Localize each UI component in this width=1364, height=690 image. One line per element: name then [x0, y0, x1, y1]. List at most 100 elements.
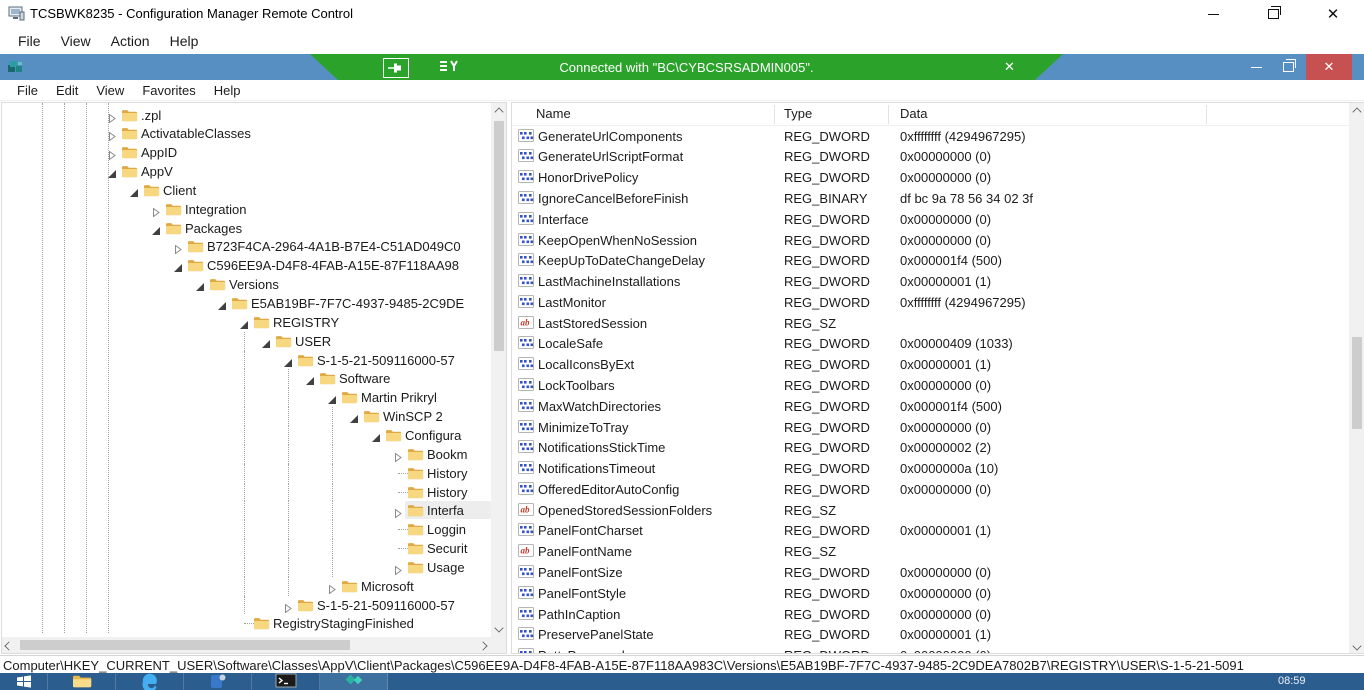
tree-item-s-1-5-21-509116000-57[interactable]: S-1-5-21-509116000-57: [2, 351, 491, 370]
toolbar-list-icon[interactable]: [440, 58, 462, 77]
tree-collapse-arrow-icon[interactable]: [328, 393, 337, 408]
inner-restore-button[interactable]: [1272, 54, 1304, 80]
tree-item-c596ee9a-d4f8-4fab-a15e-87f118aa98[interactable]: C596EE9A-D4F8-4FAB-A15E-87F118AA98: [2, 256, 491, 275]
value-row-lastmonitor[interactable]: LastMonitorREG_DWORD0xffffffff (42949672…: [512, 292, 1349, 313]
tree-item-registrystagingfinished[interactable]: RegistryStagingFinished: [2, 614, 491, 633]
outer-menu-action[interactable]: Action: [101, 33, 160, 49]
tree-scroll-left-button[interactable]: [2, 639, 16, 652]
value-row-locktoolbars[interactable]: LockToolbarsREG_DWORD0x00000000 (0): [512, 375, 1349, 396]
column-divider[interactable]: [774, 105, 775, 124]
value-row-preservepanelstate[interactable]: PreservePanelStateREG_DWORD0x00000001 (1…: [512, 624, 1349, 645]
tree-scroll-down-button[interactable]: [491, 621, 507, 635]
tree-collapse-arrow-icon[interactable]: [262, 337, 271, 352]
tree-scroll-right-button[interactable]: [476, 639, 490, 652]
tree-item-interfa[interactable]: Interfa: [2, 501, 491, 520]
tree-item-client[interactable]: Client: [2, 181, 491, 200]
tree-item-registry[interactable]: REGISTRY: [2, 313, 491, 332]
tree-vertical-scroll-thumb[interactable]: [494, 121, 504, 351]
tree-collapse-arrow-icon[interactable]: [152, 224, 161, 239]
outer-menu-file[interactable]: File: [8, 33, 51, 49]
value-row-panelfontname[interactable]: abPanelFontNameREG_SZ: [512, 541, 1349, 562]
outer-menu-view[interactable]: View: [51, 33, 101, 49]
value-row-minimizetotray[interactable]: MinimizeToTrayREG_DWORD0x00000000 (0): [512, 417, 1349, 438]
value-row-offerededitorautoconfig[interactable]: OfferedEditorAutoConfigREG_DWORD0x000000…: [512, 479, 1349, 500]
inner-menu-view[interactable]: View: [87, 83, 133, 98]
tree-item-appv[interactable]: AppV: [2, 162, 491, 181]
outer-menu-help[interactable]: Help: [160, 33, 209, 49]
inner-close-button[interactable]: ✕: [1306, 54, 1352, 80]
value-row-pathincaption[interactable]: PathInCaptionREG_DWORD0x00000000 (0): [512, 604, 1349, 625]
tree-collapse-arrow-icon[interactable]: [218, 299, 227, 314]
inner-menu-favorites[interactable]: Favorites: [133, 83, 204, 98]
tree-expand-arrow-icon[interactable]: [394, 506, 403, 521]
tree-item-loggin[interactable]: Loggin: [2, 520, 491, 539]
tree-collapse-arrow-icon[interactable]: [372, 431, 381, 446]
taskbar-file-explorer[interactable]: [48, 673, 116, 690]
tree-item-activatableclasses[interactable]: ActivatableClasses: [2, 124, 491, 143]
tree-collapse-arrow-icon[interactable]: [196, 280, 205, 295]
tree-collapse-arrow-icon[interactable]: [108, 167, 117, 182]
tree-collapse-arrow-icon[interactable]: [284, 356, 293, 371]
tree-item-integration[interactable]: Integration: [2, 200, 491, 219]
tree-expand-arrow-icon[interactable]: [284, 601, 293, 616]
value-row-localiconsbyext[interactable]: LocalIconsByExtREG_DWORD0x00000001 (1): [512, 354, 1349, 375]
value-row-generateurlcomponents[interactable]: GenerateUrlComponentsREG_DWORD0xffffffff…: [512, 126, 1349, 147]
tree-item-securit[interactable]: Securit: [2, 539, 491, 558]
value-row-notificationstimeout[interactable]: NotificationsTimeoutREG_DWORD0x0000000a …: [512, 458, 1349, 479]
value-row-openedstoredsessionfolders[interactable]: abOpenedStoredSessionFoldersREG_SZ: [512, 500, 1349, 521]
value-row-notificationssticktime[interactable]: NotificationsStickTimeREG_DWORD0x0000000…: [512, 437, 1349, 458]
column-divider[interactable]: [888, 105, 889, 124]
inner-menu-help[interactable]: Help: [205, 83, 250, 98]
tree-collapse-arrow-icon[interactable]: [174, 261, 183, 276]
inner-menu-edit[interactable]: Edit: [47, 83, 87, 98]
tree-expand-arrow-icon[interactable]: [174, 242, 183, 257]
tree-expand-arrow-icon[interactable]: [108, 148, 117, 163]
list-vertical-scroll-thumb[interactable]: [1352, 337, 1362, 429]
value-row-interface[interactable]: InterfaceREG_DWORD0x00000000 (0): [512, 209, 1349, 230]
tree-expand-arrow-icon[interactable]: [108, 129, 117, 144]
column-divider[interactable]: [1206, 105, 1207, 124]
tree-item--zpl[interactable]: .zpl: [2, 106, 491, 125]
tree-expand-arrow-icon[interactable]: [394, 450, 403, 465]
outer-restore-button[interactable]: [1256, 0, 1290, 28]
inner-menu-file[interactable]: File: [8, 83, 47, 98]
tree-collapse-arrow-icon[interactable]: [240, 318, 249, 333]
tree-item-configura[interactable]: Configura: [2, 426, 491, 445]
value-row-puttypassword[interactable]: PuttyPasswordREG_DWORD0x00000000 (0): [512, 645, 1349, 654]
value-row-honordrivepolicy[interactable]: HonorDrivePolicyREG_DWORD0x00000000 (0): [512, 167, 1349, 188]
value-row-panelfontstyle[interactable]: PanelFontStyleREG_DWORD0x00000000 (0): [512, 583, 1349, 604]
tree-expand-arrow-icon[interactable]: [394, 563, 403, 578]
tree-item-bookm[interactable]: Bookm: [2, 445, 491, 464]
tree-item-martin-prikryl[interactable]: Martin Prikryl: [2, 388, 491, 407]
value-row-panelfontcharset[interactable]: PanelFontCharsetREG_DWORD0x00000001 (1): [512, 520, 1349, 541]
tree-item-e5ab19bf-7f7c-4937-9485-2c9de[interactable]: E5AB19BF-7F7C-4937-9485-2C9DE: [2, 294, 491, 313]
value-row-keepuptodatechangedelay[interactable]: KeepUpToDateChangeDelayREG_DWORD0x000001…: [512, 250, 1349, 271]
tree-item-software[interactable]: Software: [2, 369, 491, 388]
tree-item-b723f4ca-2964-4a1b-b7e4-c51ad049c0[interactable]: B723F4CA-2964-4A1B-B7E4-C51AD049C0: [2, 237, 491, 256]
tree-expand-arrow-icon[interactable]: [108, 111, 117, 126]
tree-expand-arrow-icon[interactable]: [328, 582, 337, 597]
outer-minimize-button[interactable]: [1196, 0, 1230, 28]
taskbar-edge[interactable]: [116, 673, 184, 690]
tree-horizontal-scroll-thumb[interactable]: [20, 640, 350, 650]
start-button[interactable]: [0, 673, 48, 690]
tree-item-versions[interactable]: Versions: [2, 275, 491, 294]
value-row-generateurlscriptformat[interactable]: GenerateUrlScriptFormatREG_DWORD0x000000…: [512, 146, 1349, 167]
tree-item-user[interactable]: USER: [2, 332, 491, 351]
tree-item-usage[interactable]: Usage: [2, 558, 491, 577]
value-row-lastmachineinstallations[interactable]: LastMachineInstallationsREG_DWORD0x00000…: [512, 271, 1349, 292]
tree-item-appid[interactable]: AppID: [2, 143, 491, 162]
value-row-maxwatchdirectories[interactable]: MaxWatchDirectoriesREG_DWORD0x000001f4 (…: [512, 396, 1349, 417]
value-row-laststoredsession[interactable]: abLastStoredSessionREG_SZ: [512, 313, 1349, 334]
tree-collapse-arrow-icon[interactable]: [350, 412, 359, 427]
tree-item-s-1-5-21-509116000-57[interactable]: S-1-5-21-509116000-57: [2, 596, 491, 615]
list-scroll-down-button[interactable]: [1349, 639, 1364, 653]
tree-collapse-arrow-icon[interactable]: [130, 186, 139, 201]
pin-icon[interactable]: [383, 58, 409, 78]
list-scroll-up-button[interactable]: [1349, 105, 1364, 119]
taskbar-command-prompt[interactable]: [252, 673, 320, 690]
inner-minimize-button[interactable]: [1240, 54, 1272, 80]
tree-scroll-up-button[interactable]: [491, 105, 507, 119]
tree-item-packages[interactable]: Packages: [2, 219, 491, 238]
taskbar-remote-control[interactable]: [320, 673, 388, 690]
